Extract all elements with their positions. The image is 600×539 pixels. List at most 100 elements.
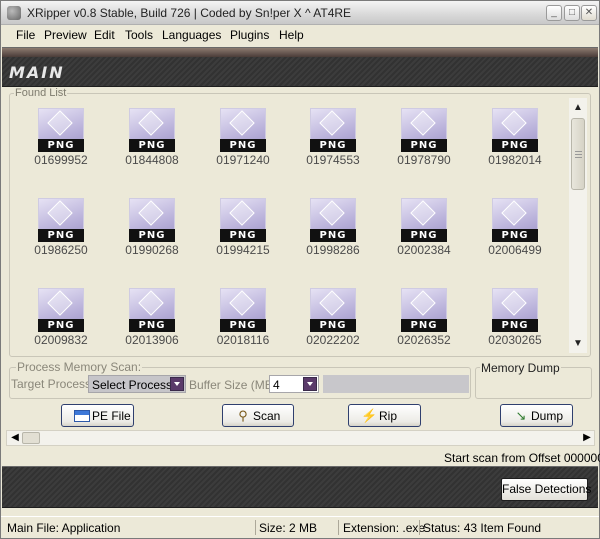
close-icon: ✕: [584, 7, 594, 18]
found-list-item-label: 01978790: [397, 153, 451, 167]
chevron-down-icon[interactable]: [303, 377, 317, 391]
buffer-size-value: 4: [273, 378, 280, 392]
found-list-item-label: 01971240: [216, 153, 270, 167]
horizontal-scrollbar[interactable]: ◀ ▶: [6, 430, 595, 446]
found-list-item[interactable]: PNG 01986250: [32, 193, 90, 263]
found-list-item-label: 02030265: [488, 333, 542, 347]
found-list-item-label: 02009832: [34, 333, 88, 347]
dump-button[interactable]: ↘ Dump: [500, 404, 573, 427]
scroll-thumb[interactable]: [571, 118, 585, 190]
rip-button[interactable]: ⚡ Rip: [348, 404, 421, 427]
scroll-right-arrow-icon[interactable]: ▶: [580, 431, 594, 445]
status-item-count: Status: 43 Item Found: [423, 521, 542, 535]
status-extension: Extension: .exe: [343, 521, 426, 535]
png-tag: PNG: [492, 139, 538, 152]
title-bar[interactable]: XRipper v0.8 Stable, Build 726 | Coded b…: [1, 1, 599, 25]
found-list-item[interactable]: PNG 01844808: [123, 103, 181, 173]
found-list-item[interactable]: PNG 01998286: [304, 193, 362, 263]
scan-button-label: Scan: [253, 409, 281, 423]
found-list-item[interactable]: PNG 01971240: [214, 103, 272, 173]
found-list-item[interactable]: PNG 01699952: [32, 103, 90, 173]
found-list-item[interactable]: PNG 02009832: [32, 283, 90, 353]
png-tag: PNG: [310, 229, 356, 242]
false-detections-button[interactable]: False Detections: [501, 478, 591, 501]
found-list-item-label: 01974553: [306, 153, 360, 167]
found-list-item[interactable]: PNG 01994215: [214, 193, 272, 263]
png-file-icon: PNG: [38, 288, 84, 332]
found-list-item-label: 01986250: [34, 243, 88, 257]
status-main-file: Main File: Application: [7, 521, 121, 535]
found-list-item[interactable]: PNG 01978790: [395, 103, 453, 173]
png-file-icon: PNG: [129, 108, 175, 152]
png-file-icon: PNG: [310, 198, 356, 242]
found-list-item[interactable]: PNG 02022202: [304, 283, 362, 353]
menu-plugins[interactable]: Plugins: [230, 28, 269, 42]
main-banner-label: MAIN: [9, 63, 65, 82]
menu-file[interactable]: File: [16, 28, 35, 42]
png-tag: PNG: [401, 139, 447, 152]
scroll-down-arrow-icon[interactable]: ▼: [569, 336, 587, 352]
grip-icon: [575, 151, 582, 158]
found-list-item[interactable]: PNG 02002384: [395, 193, 453, 263]
found-list-item-label: 01990268: [125, 243, 179, 257]
buffer-size-select[interactable]: 4: [269, 375, 319, 393]
scroll-up-arrow-icon[interactable]: ▲: [569, 100, 587, 116]
png-file-icon: PNG: [129, 198, 175, 242]
minimize-icon: _: [551, 7, 557, 18]
found-list-item[interactable]: PNG 02030265: [486, 283, 544, 353]
png-tag: PNG: [129, 319, 175, 332]
found-list-item-label: 02022202: [306, 333, 360, 347]
dump-icon: ↘: [515, 408, 527, 423]
scan-button[interactable]: ⚲ Scan: [222, 404, 294, 427]
found-list-item[interactable]: PNG 01974553: [304, 103, 362, 173]
target-process-select[interactable]: Select Process..: [88, 375, 186, 393]
close-button[interactable]: ✕: [581, 5, 597, 21]
png-file-icon: PNG: [401, 288, 447, 332]
found-list-item-label: 02006499: [488, 243, 542, 257]
menu-languages[interactable]: Languages: [162, 28, 221, 42]
found-list-scrollbar[interactable]: ▲ ▼: [569, 98, 587, 353]
png-file-icon: PNG: [401, 108, 447, 152]
menu-help[interactable]: Help: [279, 28, 304, 42]
process-scan-legend: Process Memory Scan:: [16, 360, 143, 374]
found-list-item[interactable]: PNG 01982014: [486, 103, 544, 173]
status-divider: [419, 520, 420, 535]
memory-dump-group: Memory Dump: [475, 361, 592, 399]
menu-tools[interactable]: Tools: [125, 28, 153, 42]
status-size: Size: 2 MB: [259, 521, 318, 535]
pe-file-button[interactable]: PE File: [61, 404, 134, 427]
pe-file-button-label: PE File: [92, 409, 131, 423]
found-list-item[interactable]: PNG 02018116: [214, 283, 272, 353]
chevron-down-icon[interactable]: [170, 377, 184, 391]
app-window: XRipper v0.8 Stable, Build 726 | Coded b…: [0, 0, 600, 539]
png-file-icon: PNG: [220, 108, 266, 152]
png-tag: PNG: [129, 139, 175, 152]
status-divider: [338, 520, 339, 535]
found-list[interactable]: PNG 01699952 PNG 01844808 PNG 01971240 PNG 0197…: [12, 98, 587, 353]
found-list-item[interactable]: PNG 02013906: [123, 283, 181, 353]
png-file-icon: PNG: [129, 288, 175, 332]
menu-edit[interactable]: Edit: [94, 28, 115, 42]
png-file-icon: PNG: [492, 108, 538, 152]
window-icon: [74, 410, 90, 422]
found-list-item-label: 02002384: [397, 243, 451, 257]
png-file-icon: PNG: [220, 288, 266, 332]
maximize-icon: □: [568, 7, 576, 18]
png-file-icon: PNG: [310, 288, 356, 332]
app-icon: [7, 6, 21, 20]
maximize-button[interactable]: □: [564, 5, 580, 21]
status-bar: Main File: Application Size: 2 MB Extens…: [1, 516, 599, 538]
png-tag: PNG: [38, 139, 84, 152]
found-list-item[interactable]: PNG 01990268: [123, 193, 181, 263]
found-list-item-label: 01982014: [488, 153, 542, 167]
png-tag: PNG: [129, 229, 175, 242]
png-tag: PNG: [310, 319, 356, 332]
found-list-item[interactable]: PNG 02026352: [395, 283, 453, 353]
minimize-button[interactable]: _: [546, 5, 562, 21]
horizontal-scroll-thumb[interactable]: [22, 432, 40, 444]
found-list-item[interactable]: PNG 02006499: [486, 193, 544, 263]
window-title: XRipper v0.8 Stable, Build 726 | Coded b…: [27, 6, 352, 20]
lightning-icon: ⚡: [361, 408, 378, 423]
scroll-left-arrow-icon[interactable]: ◀: [8, 431, 22, 445]
menu-preview[interactable]: Preview: [44, 28, 87, 42]
